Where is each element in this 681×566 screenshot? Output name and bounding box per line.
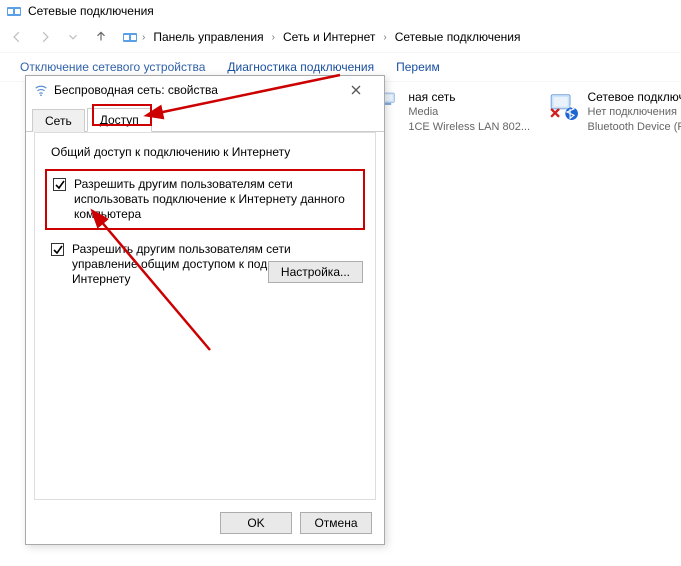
connection-device: Bluetooth Device (P bbox=[588, 120, 681, 135]
network-folder-icon bbox=[6, 3, 22, 19]
checkbox-label: Разрешить другим пользователям сети испо… bbox=[74, 177, 357, 222]
dialog-title: Беспроводная сеть: свойства bbox=[54, 83, 336, 97]
titlebar: Сетевые подключения bbox=[0, 0, 681, 22]
chevron-right-icon: › bbox=[140, 32, 147, 43]
connections-list: ная сеть Media 1CE Wireless LAN 802... С… bbox=[380, 90, 681, 135]
breadcrumb[interactable]: Панель управления bbox=[149, 28, 267, 46]
cancel-button[interactable]: Отмена bbox=[300, 512, 372, 534]
checkbox-icon[interactable] bbox=[53, 178, 66, 191]
wifi-icon bbox=[34, 83, 48, 97]
explorer-window: Сетевые подключения › Панель управления … bbox=[0, 0, 681, 82]
network-folder-icon bbox=[122, 29, 138, 45]
dialog-titlebar: Беспроводная сеть: свойства bbox=[26, 76, 384, 104]
chevron-right-icon: › bbox=[270, 32, 277, 43]
settings-button[interactable]: Настройка... bbox=[268, 261, 363, 283]
connection-name: Сетевое подключен bbox=[588, 90, 681, 105]
group-label: Общий доступ к подключению к Интернету bbox=[51, 145, 365, 159]
properties-dialog: Беспроводная сеть: свойства Сеть Доступ … bbox=[25, 75, 385, 545]
address-bar[interactable]: › Панель управления › Сеть и Интернет › … bbox=[118, 25, 528, 49]
tab-sharing[interactable]: Доступ bbox=[87, 108, 152, 132]
breadcrumb[interactable]: Сетевые подключения bbox=[391, 28, 525, 46]
back-button[interactable] bbox=[6, 26, 28, 48]
tab-strip: Сеть Доступ bbox=[26, 108, 384, 132]
bluetooth-adapter-icon bbox=[548, 90, 580, 130]
connection-name: ная сеть bbox=[408, 90, 530, 105]
list-item[interactable]: Сетевое подключен Нет подключения Blueto… bbox=[548, 90, 681, 135]
breadcrumb[interactable]: Сеть и Интернет bbox=[279, 28, 379, 46]
connection-status: Нет подключения bbox=[588, 105, 681, 120]
sharing-panel: Общий доступ к подключению к Интернету Р… bbox=[34, 132, 376, 500]
connection-device: 1CE Wireless LAN 802... bbox=[408, 120, 530, 135]
tab-network[interactable]: Сеть bbox=[32, 109, 85, 132]
allow-sharing-checkbox-row[interactable]: Разрешить другим пользователям сети испо… bbox=[45, 169, 365, 230]
dialog-buttons: OK Отмена bbox=[220, 512, 372, 534]
chevron-right-icon: › bbox=[381, 32, 388, 43]
checkbox-icon[interactable] bbox=[51, 243, 64, 256]
close-button[interactable] bbox=[336, 78, 376, 102]
forward-button[interactable] bbox=[34, 26, 56, 48]
list-item[interactable]: ная сеть Media 1CE Wireless LAN 802... bbox=[380, 90, 530, 135]
recent-dropdown[interactable] bbox=[62, 26, 84, 48]
rename-button[interactable]: Переим bbox=[396, 60, 440, 74]
connection-status: Media bbox=[408, 105, 530, 120]
diagnose-button[interactable]: Диагностика подключения bbox=[227, 60, 374, 74]
window-title: Сетевые подключения bbox=[28, 4, 154, 18]
ok-button[interactable]: OK bbox=[220, 512, 292, 534]
nav-row: › Панель управления › Сеть и Интернет › … bbox=[0, 22, 681, 52]
up-button[interactable] bbox=[90, 26, 112, 48]
disable-device-button[interactable]: Отключение сетевого устройства bbox=[20, 60, 205, 74]
